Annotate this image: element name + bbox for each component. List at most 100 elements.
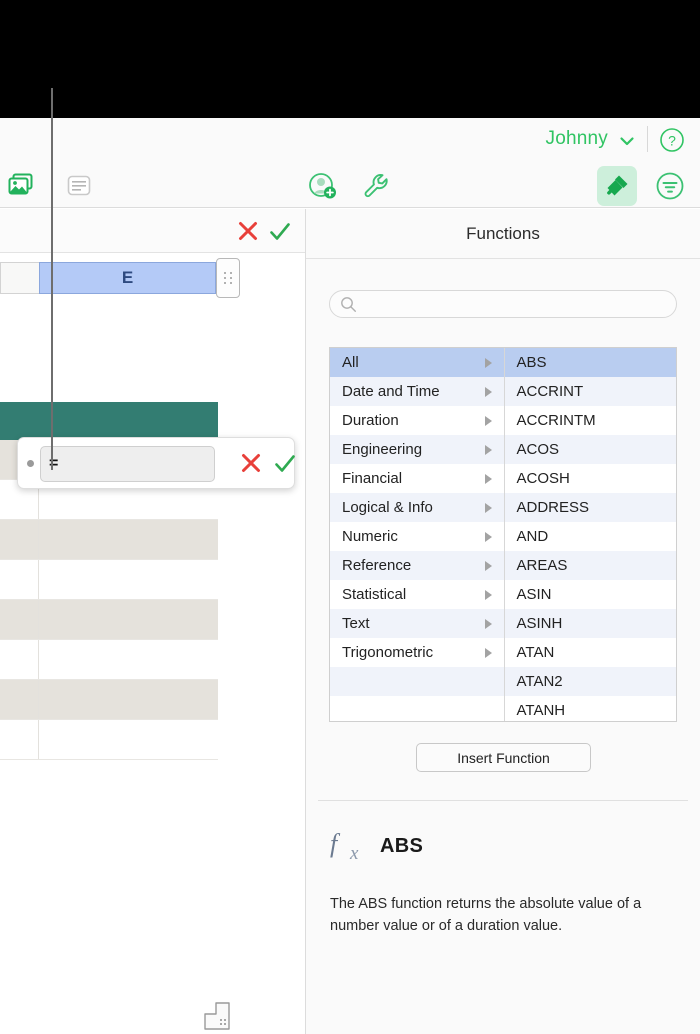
- chevron-right-icon: [485, 416, 492, 426]
- function-label: ATANH: [517, 702, 566, 719]
- function-item[interactable]: ACOS: [505, 435, 677, 464]
- category-item[interactable]: All: [330, 348, 504, 377]
- category-label: Reference: [342, 557, 411, 574]
- category-item[interactable]: Trigonometric: [330, 638, 504, 667]
- table-row[interactable]: [0, 720, 218, 760]
- organize-icon: [655, 171, 685, 201]
- function-item[interactable]: ATAN2: [505, 667, 677, 696]
- function-item[interactable]: AREAS: [505, 551, 677, 580]
- category-label: Trigonometric: [342, 644, 433, 661]
- chevron-right-icon: [485, 503, 492, 513]
- category-item[interactable]: Reference: [330, 551, 504, 580]
- category-item[interactable]: Numeric: [330, 522, 504, 551]
- row-gutter[interactable]: [0, 600, 39, 639]
- accept-check-icon[interactable]: [268, 220, 292, 244]
- category-label: Logical & Info: [342, 499, 433, 516]
- format-icon-button[interactable]: [597, 166, 637, 206]
- category-label: All: [342, 354, 359, 371]
- category-item[interactable]: Financial: [330, 464, 504, 493]
- formula-input[interactable]: =: [40, 446, 215, 482]
- row-gutter[interactable]: [0, 680, 39, 719]
- chevron-right-icon: [485, 561, 492, 571]
- category-item[interactable]: Engineering: [330, 435, 504, 464]
- chevron-right-icon: [485, 445, 492, 455]
- function-label: ADDRESS: [517, 499, 590, 516]
- function-label: ACCRINTM: [517, 412, 596, 429]
- category-label: Date and Time: [342, 383, 440, 400]
- function-list: ABS ACCRINT ACCRINTM ACOS ACOSH ADDRESS ANDARE…: [505, 348, 677, 721]
- spreadsheet-area: E: [0, 209, 305, 1034]
- row-gutter[interactable]: [0, 640, 39, 679]
- function-item[interactable]: ABS: [505, 348, 677, 377]
- cancel-x-icon[interactable]: [240, 452, 262, 474]
- category-item[interactable]: Logical & Info: [330, 493, 504, 522]
- formula-token-dot: [27, 460, 34, 467]
- toolbar-icon-row: [0, 163, 700, 208]
- chevron-right-icon: [485, 648, 492, 658]
- table-resize-corner-icon: [204, 1002, 230, 1030]
- function-label: ACOSH: [517, 470, 570, 487]
- row-gutter[interactable]: [0, 720, 39, 759]
- function-item[interactable]: ACOSH: [505, 464, 677, 493]
- function-item[interactable]: ATANH: [505, 696, 677, 722]
- add-collaborator-icon: [308, 172, 338, 200]
- category-label: Statistical: [342, 586, 406, 603]
- table-row[interactable]: [0, 680, 218, 720]
- formula-editor-popup: =: [17, 437, 295, 489]
- fx-icon: f: [330, 829, 337, 859]
- insert-function-button[interactable]: Insert Function: [416, 743, 591, 772]
- chevron-right-icon: [485, 619, 492, 629]
- column-header-e[interactable]: E: [39, 262, 216, 294]
- media-icon-button[interactable]: [2, 166, 42, 206]
- account-name-label[interactable]: Johnny: [546, 128, 608, 150]
- function-item[interactable]: ADDRESS: [505, 493, 677, 522]
- chevron-right-icon: [485, 590, 492, 600]
- organize-icon-button[interactable]: [650, 166, 690, 206]
- function-label: ACOS: [517, 441, 560, 458]
- function-item[interactable]: ASINH: [505, 609, 677, 638]
- category-label: Text: [342, 615, 370, 632]
- toolbar: Johnny ?: [0, 118, 700, 208]
- svg-text:?: ?: [668, 133, 676, 149]
- column-grip-handle[interactable]: [216, 258, 240, 298]
- table-row[interactable]: [0, 640, 218, 680]
- table-row[interactable]: [0, 560, 218, 600]
- table-resize-corner-handle[interactable]: [204, 1002, 230, 1030]
- row-gutter[interactable]: [0, 520, 39, 559]
- category-label: Financial: [342, 470, 402, 487]
- function-item[interactable]: ACCRINTM: [505, 406, 677, 435]
- category-item[interactable]: Date and Time: [330, 377, 504, 406]
- function-browser: All Date and Time DurationEngineering Finan…: [329, 347, 677, 722]
- panel-title: Functions: [306, 209, 700, 259]
- tools-icon-button[interactable]: [356, 166, 396, 206]
- panel-divider: [318, 800, 688, 801]
- chevron-right-icon: [485, 358, 492, 368]
- column-header-row: E: [0, 254, 305, 304]
- table-header-row[interactable]: [0, 402, 218, 440]
- help-circle-icon[interactable]: ?: [659, 127, 685, 153]
- add-collaborator-icon-button[interactable]: [303, 166, 343, 206]
- function-item[interactable]: AND: [505, 522, 677, 551]
- chevron-down-icon[interactable]: [618, 132, 636, 150]
- function-item[interactable]: ACCRINT: [505, 377, 677, 406]
- cancel-x-icon[interactable]: [237, 220, 259, 242]
- function-item[interactable]: ASIN: [505, 580, 677, 609]
- row-gutter[interactable]: [0, 560, 39, 599]
- accept-check-icon[interactable]: [273, 452, 297, 476]
- text-box-icon-button[interactable]: [59, 166, 99, 206]
- table-row[interactable]: [0, 520, 218, 560]
- table-row[interactable]: [0, 600, 218, 640]
- function-label: ABS: [517, 354, 547, 371]
- category-item[interactable]: Statistical: [330, 580, 504, 609]
- function-label: ASIN: [517, 586, 552, 603]
- category-item[interactable]: Text: [330, 609, 504, 638]
- function-detail-header: f x ABS: [330, 829, 670, 869]
- search-input[interactable]: [362, 291, 667, 317]
- category-item[interactable]: Duration: [330, 406, 504, 435]
- tools-icon: [362, 172, 390, 200]
- fx-icon-subscript: x: [350, 843, 358, 865]
- function-search-box[interactable]: [329, 290, 677, 318]
- row-gutter-header: [0, 262, 39, 294]
- formula-bar: [0, 209, 305, 253]
- function-item[interactable]: ATAN: [505, 638, 677, 667]
